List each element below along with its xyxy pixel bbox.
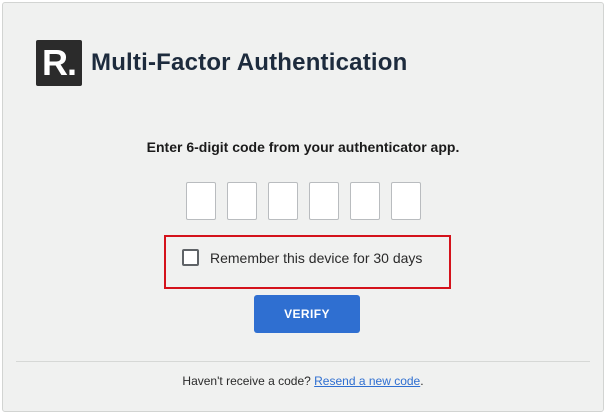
code-digit-4[interactable] — [309, 182, 339, 220]
mfa-card: R. Multi-Factor Authentication Enter 6-d… — [2, 2, 604, 412]
code-digit-2[interactable] — [227, 182, 257, 220]
code-digit-5[interactable] — [350, 182, 380, 220]
footer-suffix: . — [420, 374, 424, 388]
footer: Haven't receive a code? Resend a new cod… — [3, 374, 603, 388]
instruction-text: Enter 6-digit code from your authenticat… — [146, 139, 460, 155]
remember-device-option[interactable]: Remember this device for 30 days — [182, 249, 422, 266]
code-digit-1[interactable] — [186, 182, 216, 220]
code-digit-3[interactable] — [268, 182, 298, 220]
code-input-group — [186, 182, 421, 220]
divider — [16, 361, 590, 362]
header: R. Multi-Factor Authentication — [36, 40, 408, 86]
code-digit-6[interactable] — [391, 182, 421, 220]
remember-device-label: Remember this device for 30 days — [210, 249, 423, 266]
footer-text: Haven't receive a code? — [182, 374, 311, 388]
resend-code-link[interactable]: Resend a new code — [314, 374, 420, 388]
logo: R. — [36, 40, 82, 86]
verify-button[interactable]: VERIFY — [254, 295, 360, 333]
remember-device-checkbox[interactable] — [182, 249, 199, 266]
page-title: Multi-Factor Authentication — [91, 49, 408, 76]
